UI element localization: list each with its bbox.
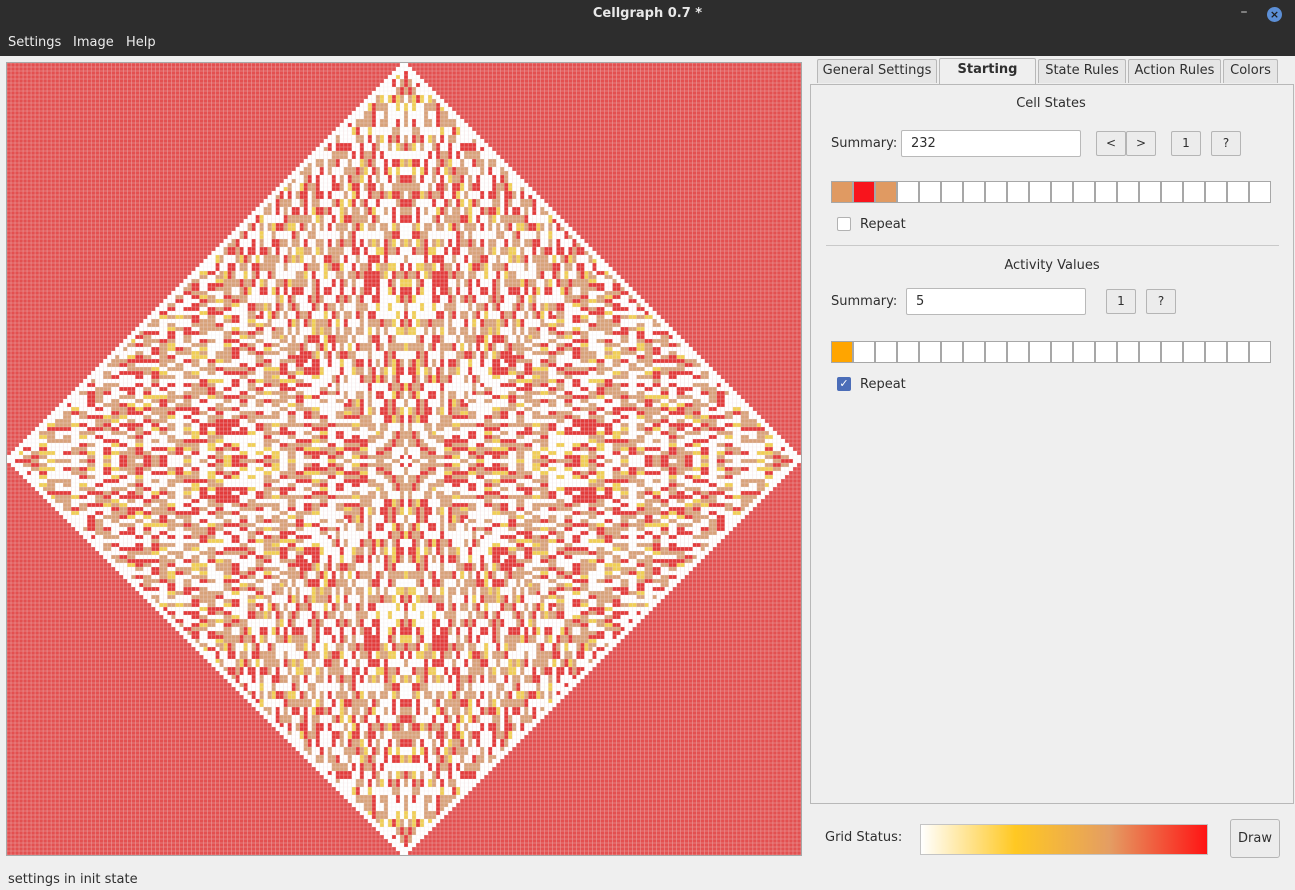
activity-value-cell[interactable] — [1161, 341, 1183, 363]
activity-value-cell[interactable] — [875, 341, 897, 363]
activity-summary-input[interactable]: 5 — [906, 288, 1086, 315]
cell-state-cell[interactable] — [1117, 181, 1139, 203]
cell-state-cell[interactable] — [919, 181, 941, 203]
cell-state-cell[interactable] — [1007, 181, 1029, 203]
cell-state-cell[interactable] — [897, 181, 919, 203]
cell-state-cell[interactable] — [1029, 181, 1051, 203]
cell-states-summary-label: Summary: — [831, 136, 898, 151]
activity-value-cell[interactable] — [831, 341, 853, 363]
draw-button[interactable]: Draw — [1230, 819, 1280, 858]
next-button[interactable]: > — [1126, 131, 1156, 156]
cell-state-cell[interactable] — [963, 181, 985, 203]
tab-colors[interactable]: Colors — [1223, 59, 1278, 83]
menu-help[interactable]: Help — [126, 35, 156, 50]
tab-starting-row[interactable]: Starting Row — [939, 58, 1036, 99]
cell-states-help-button[interactable]: ? — [1211, 131, 1241, 156]
activity-value-cell[interactable] — [1117, 341, 1139, 363]
cell-states-repeat-label[interactable]: Repeat — [860, 217, 906, 232]
activity-value-cell[interactable] — [919, 341, 941, 363]
tab-state-rules[interactable]: State Rules — [1038, 59, 1126, 83]
activity-value-cell[interactable] — [1227, 341, 1249, 363]
activity-value-cell[interactable] — [1073, 341, 1095, 363]
activity-value-cell[interactable] — [1183, 341, 1205, 363]
cell-states-row — [831, 181, 1271, 203]
activity-value-cell[interactable] — [985, 341, 1007, 363]
activity-value-cell[interactable] — [897, 341, 919, 363]
cell-states-title: Cell States — [1016, 96, 1086, 111]
cell-state-cell[interactable] — [853, 181, 875, 203]
status-bar-text: settings in init state — [8, 872, 138, 887]
minimize-icon[interactable]: – — [1236, 4, 1252, 24]
cell-state-cell[interactable] — [1073, 181, 1095, 203]
menu-image[interactable]: Image — [73, 35, 114, 50]
cell-state-cell[interactable] — [1249, 181, 1271, 203]
cell-state-cell[interactable] — [1095, 181, 1117, 203]
activity-value-cell[interactable] — [853, 341, 875, 363]
activity-repeat-checkbox[interactable]: ✓ — [837, 377, 851, 391]
tab-action-rules[interactable]: Action Rules — [1128, 59, 1221, 83]
cell-state-cell[interactable] — [1183, 181, 1205, 203]
menu-bar: Settings Image Help — [0, 30, 1295, 56]
cell-state-cell[interactable] — [831, 181, 853, 203]
menu-settings[interactable]: Settings — [8, 35, 61, 50]
cell-state-cell[interactable] — [1051, 181, 1073, 203]
activity-values-title: Activity Values — [1004, 258, 1100, 273]
section-divider — [826, 245, 1279, 246]
cellular-automaton-grid — [7, 63, 801, 855]
cell-state-cell[interactable] — [1139, 181, 1161, 203]
cell-state-cell[interactable] — [941, 181, 963, 203]
cell-state-cell[interactable] — [1227, 181, 1249, 203]
cell-states-summary-input[interactable]: 232 — [901, 130, 1081, 157]
grid-status-label: Grid Status: — [825, 830, 903, 845]
activity-summary-label: Summary: — [831, 294, 898, 309]
activity-values-row — [831, 341, 1271, 363]
activity-value-cell[interactable] — [1249, 341, 1271, 363]
activity-help-button[interactable]: ? — [1146, 289, 1176, 314]
cell-state-cell[interactable] — [1161, 181, 1183, 203]
activity-value-cell[interactable] — [1095, 341, 1117, 363]
activity-value-cell[interactable] — [941, 341, 963, 363]
activity-value-cell[interactable] — [1007, 341, 1029, 363]
activity-value-cell[interactable] — [963, 341, 985, 363]
tab-general-settings[interactable]: General Settings — [817, 59, 937, 83]
activity-repeat-label[interactable]: Repeat — [860, 377, 906, 392]
activity-value-cell[interactable] — [1029, 341, 1051, 363]
activity-one-button[interactable]: 1 — [1106, 289, 1136, 314]
activity-value-cell[interactable] — [1051, 341, 1073, 363]
cell-states-repeat-checkbox[interactable] — [837, 217, 851, 231]
window-title: Cellgraph 0.7 * — [592, 6, 703, 21]
close-icon[interactable]: × — [1267, 7, 1282, 22]
cell-state-cell[interactable] — [1205, 181, 1227, 203]
automaton-canvas[interactable] — [6, 62, 802, 856]
cell-state-cell[interactable] — [985, 181, 1007, 203]
cell-state-cell[interactable] — [875, 181, 897, 203]
title-bar: Cellgraph 0.7 * – × — [0, 0, 1295, 30]
previous-button[interactable]: < — [1096, 131, 1126, 156]
grid-status-gradient — [920, 824, 1208, 855]
cell-states-one-button[interactable]: 1 — [1171, 131, 1201, 156]
activity-value-cell[interactable] — [1139, 341, 1161, 363]
activity-value-cell[interactable] — [1205, 341, 1227, 363]
